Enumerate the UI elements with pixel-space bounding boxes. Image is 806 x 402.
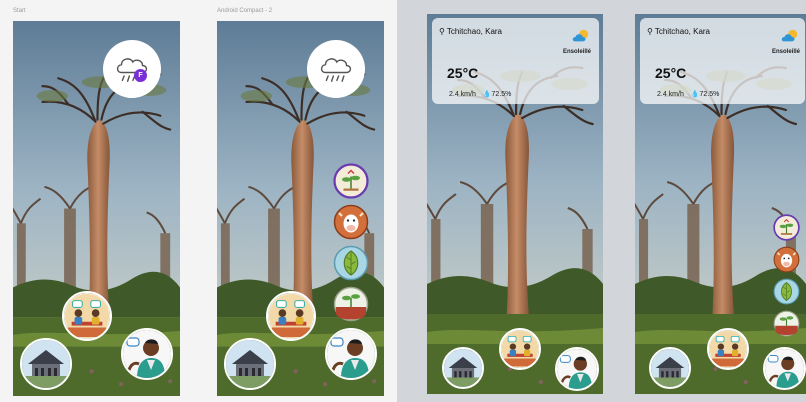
village-button[interactable] bbox=[224, 338, 276, 390]
village-button[interactable] bbox=[649, 347, 691, 389]
city-name: Tchitchao, Kara bbox=[654, 27, 710, 36]
meeting-people-icon bbox=[501, 330, 539, 368]
humidity-drop-icon: 💧 bbox=[690, 91, 700, 98]
weather-stats: 2.4 km/h 💧72.5% bbox=[449, 90, 511, 98]
frame-weather-expanded: ⚲ Tchitchao, Kara Ensoleillé 25°C 2.4 km/… bbox=[635, 14, 806, 394]
village-hut-icon bbox=[651, 349, 689, 387]
livestock-button[interactable] bbox=[333, 204, 369, 240]
location-pin-icon: ⚲ bbox=[647, 27, 653, 36]
humidity-drop-icon: 💧 bbox=[482, 91, 492, 98]
village-button[interactable] bbox=[442, 347, 484, 389]
assistant-button[interactable] bbox=[121, 328, 173, 380]
weather-condition: Ensoleillé bbox=[772, 49, 801, 55]
wind-speed: 2.4 km/h bbox=[449, 91, 476, 98]
plant-health-button[interactable] bbox=[773, 214, 800, 241]
farmer-assistant-icon bbox=[765, 349, 804, 388]
rain-cloud-icon bbox=[315, 48, 357, 90]
farmer-assistant-icon bbox=[327, 330, 375, 378]
seedling-button[interactable] bbox=[773, 310, 800, 337]
weather-card[interactable]: ⚲ Tchitchao, Kara Ensoleillé 25°C 2.4 km/… bbox=[640, 18, 805, 104]
meeting-button[interactable] bbox=[62, 291, 112, 341]
weather-condition: Ensoleillé bbox=[563, 49, 592, 55]
location-label: ⚲ Tchitchao, Kara bbox=[647, 27, 710, 36]
assistant-button[interactable] bbox=[763, 347, 806, 390]
weather-button[interactable]: F bbox=[103, 40, 161, 98]
sun-cloud-icon bbox=[779, 27, 801, 45]
location-label: ⚲ Tchitchao, Kara bbox=[439, 27, 502, 36]
assistant-button[interactable] bbox=[325, 328, 377, 380]
temperature: 25°C bbox=[655, 65, 687, 81]
frame-label-start[interactable]: Start bbox=[13, 8, 26, 14]
plant-health-icon bbox=[333, 163, 369, 199]
humidity: 72.5% bbox=[699, 91, 720, 98]
village-hut-icon bbox=[444, 349, 482, 387]
leaf-button[interactable] bbox=[773, 278, 800, 305]
leaf-button[interactable] bbox=[333, 245, 369, 281]
meeting-people-icon bbox=[268, 293, 314, 339]
plant-health-button[interactable] bbox=[333, 163, 369, 199]
weather-card[interactable]: ⚲ Tchitchao, Kara Ensoleillé 25°C 2.4 km/… bbox=[432, 18, 599, 104]
assistant-button[interactable] bbox=[555, 347, 599, 391]
sun-cloud-icon bbox=[570, 27, 592, 45]
city-name: Tchitchao, Kara bbox=[446, 27, 502, 36]
livestock-cow-icon bbox=[773, 246, 800, 273]
seedling-soil-icon bbox=[333, 286, 369, 322]
leaf-icon bbox=[333, 245, 369, 281]
weather-button[interactable] bbox=[307, 40, 365, 98]
meeting-button[interactable] bbox=[499, 328, 541, 370]
location-pin-icon: ⚲ bbox=[439, 27, 445, 36]
village-hut-icon bbox=[22, 340, 70, 388]
seedling-button[interactable] bbox=[333, 286, 369, 322]
livestock-button[interactable] bbox=[773, 246, 800, 273]
frame-weather-home: ⚲ Tchitchao, Kara Ensoleillé 25°C 2.4 km/… bbox=[427, 14, 603, 394]
village-button[interactable] bbox=[20, 338, 72, 390]
meeting-button[interactable] bbox=[707, 328, 749, 370]
village-hut-icon bbox=[226, 340, 274, 388]
meeting-people-icon bbox=[64, 293, 110, 339]
avatar-badge: F bbox=[134, 69, 147, 82]
meeting-people-icon bbox=[709, 330, 747, 368]
rain-cloud-icon bbox=[111, 48, 153, 90]
farmer-assistant-icon bbox=[557, 349, 597, 389]
weather-stats: 2.4 km/h 💧72.5% bbox=[657, 90, 719, 98]
seedling-soil-icon bbox=[773, 310, 800, 337]
frame-label-android-compact[interactable]: Android Compact - 2 bbox=[217, 8, 272, 14]
livestock-cow-icon bbox=[333, 204, 369, 240]
plant-health-icon bbox=[773, 214, 800, 241]
wind-speed: 2.4 km/h bbox=[657, 91, 684, 98]
humidity: 72.5% bbox=[491, 91, 512, 98]
frame-start: F bbox=[13, 21, 180, 396]
frame-android-compact bbox=[217, 21, 384, 396]
temperature: 25°C bbox=[447, 65, 479, 81]
leaf-icon bbox=[773, 278, 800, 305]
meeting-button[interactable] bbox=[266, 291, 316, 341]
farmer-assistant-icon bbox=[123, 330, 171, 378]
